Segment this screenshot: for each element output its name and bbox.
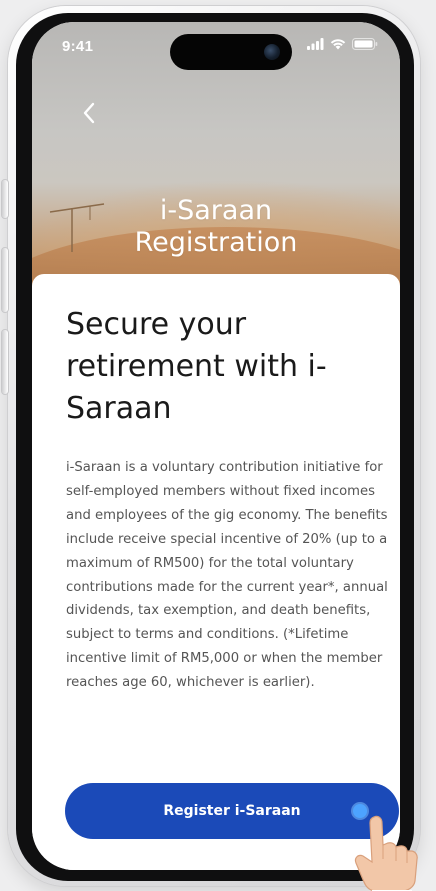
headline: Secure your retirement with i-Saraan — [66, 307, 327, 426]
chevron-left-icon — [83, 102, 95, 124]
side-button-volume-up — [2, 248, 8, 312]
register-button-label: Register i-Saraan — [163, 803, 301, 819]
side-button-mute — [2, 180, 8, 218]
phone-screen: 9:41 i-Saraan Registration Secure your r… — [32, 22, 400, 870]
page-title-line2: Registration — [134, 227, 298, 258]
side-button-volume-down — [2, 330, 8, 394]
description-text: i-Saraan is a voluntary contribution ini… — [66, 460, 388, 691]
battery-icon — [352, 38, 378, 50]
camera-lens-icon — [264, 44, 280, 60]
wifi-icon — [330, 39, 346, 50]
status-time: 9:41 — [62, 38, 94, 55]
dynamic-island — [170, 34, 292, 70]
tap-hand-icon — [354, 815, 418, 891]
page-title-line1: i-Saraan — [159, 195, 273, 226]
signal-icon — [307, 38, 324, 50]
status-icons — [307, 38, 378, 50]
back-button[interactable] — [74, 98, 104, 128]
register-button[interactable]: Register i-Saraan — [65, 783, 399, 839]
